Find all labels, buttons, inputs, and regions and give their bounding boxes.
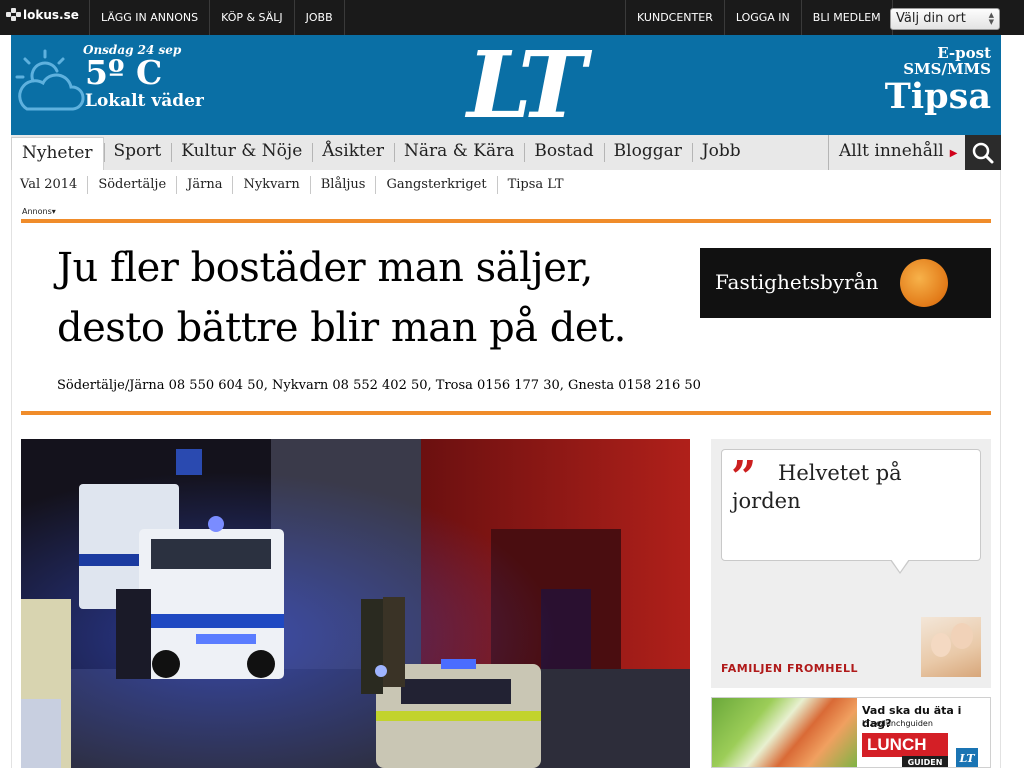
weather-temperature: 5º C bbox=[85, 53, 163, 92]
ad-logo[interactable]: Fastighetsbyrån bbox=[700, 248, 991, 318]
nav-item-jobb[interactable]: Jobb bbox=[691, 135, 751, 170]
nav-item-nyheter[interactable]: Nyheter bbox=[11, 137, 104, 170]
tips-link[interactable]: Tipsa bbox=[885, 77, 991, 117]
caret-down-icon: ▾ bbox=[51, 207, 56, 216]
ad-bottom-rule bbox=[21, 411, 991, 415]
top-bar: lokus.se LÄGG IN ANNONS KÖP & SÄLJ JOBB … bbox=[0, 0, 1024, 35]
subnav-item-tipsa-lt[interactable]: Tipsa LT bbox=[496, 176, 574, 194]
tips-email[interactable]: E-post bbox=[885, 45, 991, 61]
ad-headline-1[interactable]: Ju fler bostäder man säljer, bbox=[57, 245, 593, 291]
ad-top-rule bbox=[21, 219, 991, 223]
ad-contact: Södertälje/Järna 08 550 604 50, Nykvarn … bbox=[57, 378, 701, 393]
subnav-item-gangsterkriget[interactable]: Gangsterkriget bbox=[375, 176, 496, 194]
subnav-item-sodertalje[interactable]: Södertälje bbox=[87, 176, 176, 194]
lokus-logo[interactable]: lokus.se bbox=[6, 8, 79, 22]
opinion-teaser[interactable]: ” Helvetet på jorden FAMILJEN FROMHELL bbox=[711, 439, 991, 688]
main-nav-items: Nyheter Sport Kultur & Nöje Åsikter Nära… bbox=[11, 135, 751, 170]
top-nav-right: KUNDCENTER LOGGA IN BLI MEDLEM bbox=[625, 0, 893, 35]
quote-text[interactable]: Helvetet på jorden bbox=[732, 459, 972, 515]
main-nav: Nyheter Sport Kultur & Nöje Åsikter Nära… bbox=[11, 135, 1001, 170]
nav-item-sport[interactable]: Sport bbox=[103, 135, 172, 170]
all-content-label: Allt innehåll bbox=[839, 141, 944, 161]
sub-nav: Val 2014 Södertälje Järna Nykvarn Blålju… bbox=[20, 176, 574, 194]
all-content-menu[interactable]: Allt innehåll ▶ bbox=[828, 135, 957, 170]
weather-label: Lokalt väder bbox=[85, 91, 204, 111]
search-button[interactable] bbox=[965, 135, 1001, 170]
hero-photo[interactable] bbox=[21, 439, 690, 768]
select-arrows-icon: ▲ ▼ bbox=[988, 11, 994, 26]
site-logo[interactable]: LT bbox=[467, 31, 587, 139]
top-link-kundcenter[interactable]: KUNDCENTER bbox=[625, 0, 724, 35]
subnav-item-val-2014[interactable]: Val 2014 bbox=[20, 176, 87, 194]
quote-bubble-tail bbox=[890, 559, 910, 574]
caret-right-icon: ▶ bbox=[949, 148, 958, 159]
lokus-logo-text: lokus.se bbox=[23, 8, 79, 22]
lunch-food-image bbox=[712, 698, 857, 767]
subnav-item-nykvarn[interactable]: Nykvarn bbox=[232, 176, 309, 194]
search-icon bbox=[972, 142, 994, 164]
ad-logo-text: Fastighetsbyrån bbox=[715, 270, 879, 294]
location-select-value: Välj din ort bbox=[896, 11, 966, 26]
nav-item-nara-kara[interactable]: Nära & Kära bbox=[394, 135, 524, 170]
author-photo bbox=[921, 617, 981, 677]
lokus-logo-icon bbox=[6, 8, 21, 22]
location-select[interactable]: Välj din ort ▲ ▼ bbox=[890, 8, 1000, 30]
ad-label-text: Annons bbox=[22, 207, 52, 216]
cloud-sun-icon bbox=[15, 49, 85, 111]
quote-bubble[interactable]: ” Helvetet på jorden bbox=[721, 449, 981, 574]
hero-photo-image bbox=[21, 439, 690, 768]
lunch-url: LT.se/lunchguiden bbox=[862, 719, 933, 728]
lunch-guide-ad[interactable]: Vad ska du äta i dag? LT.se/lunchguiden … bbox=[711, 697, 991, 768]
tips-sms[interactable]: SMS/MMS bbox=[885, 61, 991, 77]
top-nav-left: LÄGG IN ANNONS KÖP & SÄLJ JOBB bbox=[89, 0, 345, 35]
nav-item-bloggar[interactable]: Bloggar bbox=[603, 135, 692, 170]
ad-logo-emblem-icon bbox=[900, 259, 948, 307]
lunch-lt-logo: LT bbox=[956, 748, 978, 767]
top-link-lagg-in-annons[interactable]: LÄGG IN ANNONS bbox=[89, 0, 209, 35]
weather-widget[interactable]: Onsdag 24 sep 5º C Lokalt väder bbox=[11, 35, 241, 135]
lunch-badge: LUNCH bbox=[862, 733, 948, 757]
nav-item-bostad[interactable]: Bostad bbox=[524, 135, 603, 170]
ad-headline-2[interactable]: desto bättre blir man på det. bbox=[57, 305, 626, 351]
top-link-bli-medlem[interactable]: BLI MEDLEM bbox=[800, 0, 893, 35]
nav-item-kultur-noje[interactable]: Kultur & Nöje bbox=[171, 135, 312, 170]
lunch-guide-label: GUIDEN bbox=[902, 756, 948, 767]
subnav-item-blaljus[interactable]: Blåljus bbox=[309, 176, 376, 194]
top-link-kop-salj[interactable]: KÖP & SÄLJ bbox=[209, 0, 294, 35]
top-link-jobb[interactable]: JOBB bbox=[293, 0, 345, 35]
ad-label[interactable]: Annons▾ bbox=[22, 207, 56, 216]
nav-item-asikter[interactable]: Åsikter bbox=[312, 135, 394, 170]
tips-block[interactable]: E-post SMS/MMS Tipsa bbox=[885, 45, 991, 117]
site-header: Onsdag 24 sep 5º C Lokalt väder LT E-pos… bbox=[11, 31, 1001, 139]
top-link-logga-in[interactable]: LOGGA IN bbox=[723, 0, 801, 35]
quote-author[interactable]: FAMILJEN FROMHELL bbox=[721, 662, 858, 675]
subnav-item-jarna[interactable]: Järna bbox=[176, 176, 232, 194]
